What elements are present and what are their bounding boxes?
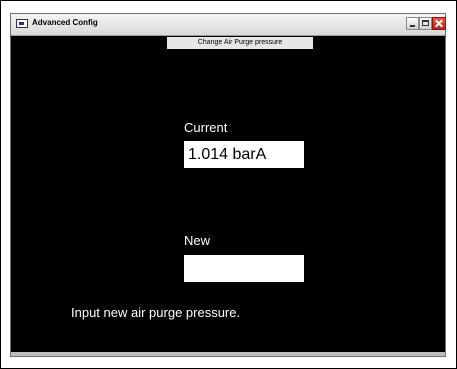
bottom-bar	[11, 352, 445, 356]
minimize-icon[interactable]	[406, 17, 419, 30]
new-label: New	[184, 233, 211, 248]
current-value: 1.014 barA	[184, 141, 304, 168]
dialog-header: Change Air Purge pressure	[167, 37, 313, 49]
new-pressure-input[interactable]	[184, 255, 304, 282]
config-window: Advanced Config Change Air Purge pressur…	[10, 13, 446, 357]
instruction-text: Input new air purge pressure.	[71, 305, 241, 320]
close-icon[interactable]	[432, 17, 446, 30]
window-title: Advanced Config	[32, 18, 98, 27]
app-icon	[16, 19, 28, 28]
maximize-icon[interactable]	[419, 17, 432, 30]
current-label: Current	[184, 120, 228, 135]
title-bar[interactable]: Advanced Config	[11, 14, 446, 36]
